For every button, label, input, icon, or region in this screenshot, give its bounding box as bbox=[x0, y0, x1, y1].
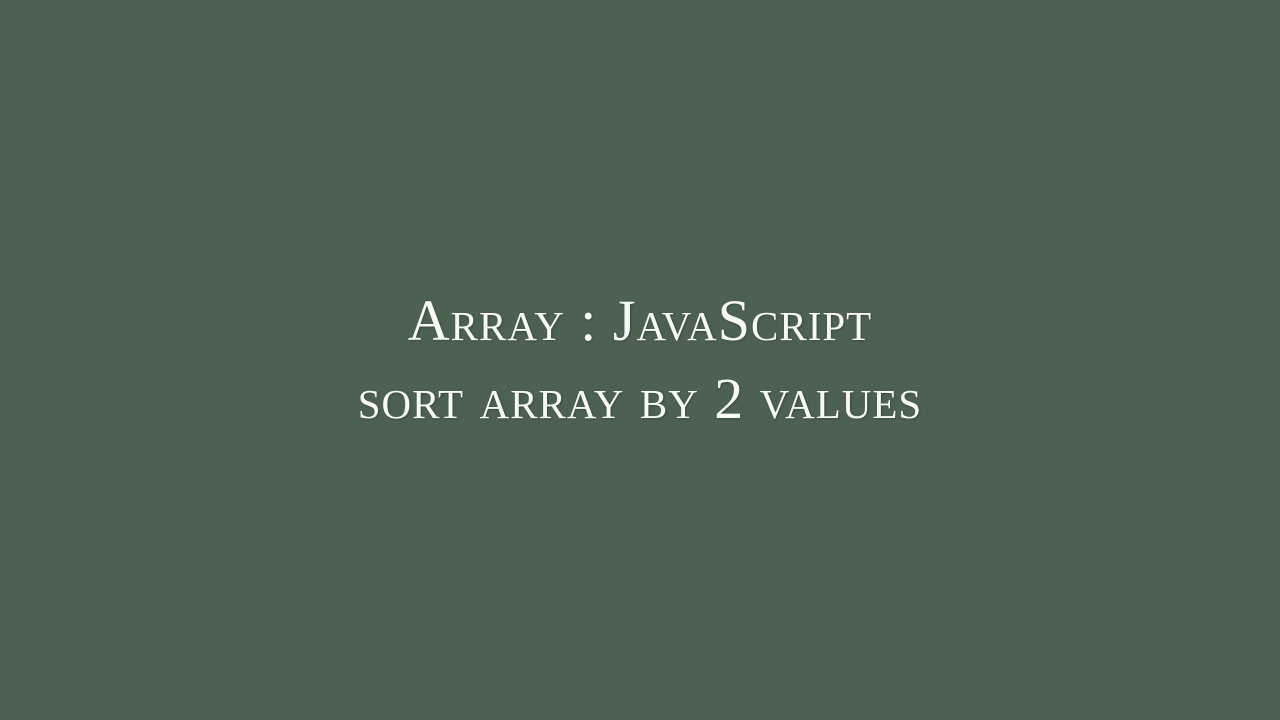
title-card: Array : JavaScript sort array by 2 value… bbox=[298, 282, 982, 439]
title-line-2: sort array by 2 values bbox=[358, 360, 922, 438]
title-line-1: Array : JavaScript bbox=[358, 282, 922, 360]
